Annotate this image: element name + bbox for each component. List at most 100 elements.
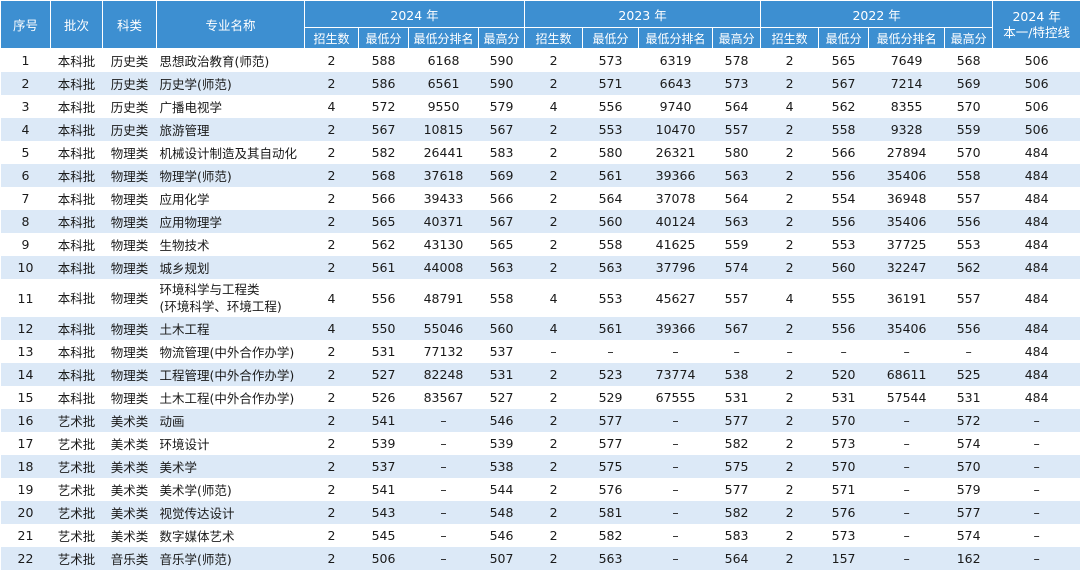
cell-major: 视觉传达设计 xyxy=(156,501,305,524)
cell-y2022-rank: 36191 xyxy=(868,279,945,317)
cell-y2022-min: 570 xyxy=(818,409,869,432)
cell-y2023-min: 575 xyxy=(582,455,639,478)
cell-y2024-max: 558 xyxy=(478,279,525,317)
cell-y2023-min: 523 xyxy=(582,363,639,386)
table-row: 22 艺术批 音乐类 音乐学(师范) 2 506–507 2 563–564 2 157–162– xyxy=(0,547,1080,570)
cell-category: 音乐类 xyxy=(102,547,157,570)
cell-seq: 18 xyxy=(0,455,51,478)
cell-batch: 艺术批 xyxy=(50,409,103,432)
cell-y2022-rank: 8355 xyxy=(868,95,945,118)
cell-y2022-max: 579 xyxy=(944,478,993,501)
table-row: 20 艺术批 美术类 视觉传达设计 2 543–548 2 581–582 2 576–577– xyxy=(0,501,1080,524)
header-control-line-label: 本一/特控线 xyxy=(1003,24,1070,40)
cell-y2022-count: 2 xyxy=(760,48,819,72)
cell-batch: 本科批 xyxy=(50,187,103,210)
cell-y2024-rank: – xyxy=(408,455,479,478)
cell-y2023-count: 2 xyxy=(524,210,583,233)
cell-y2024-count: 2 xyxy=(304,363,359,386)
cell-control-line: 484 xyxy=(992,233,1080,256)
cell-y2024-max: 565 xyxy=(478,233,525,256)
subheader-2024-max: 最高分 xyxy=(477,27,526,49)
cell-y2023-min: 563 xyxy=(582,256,639,279)
cell-y2024-max: 569 xyxy=(478,164,525,187)
cell-y2024-rank: 6168 xyxy=(408,48,479,72)
cell-y2024-min: 541 xyxy=(358,409,409,432)
cell-major: 物流管理(中外合作办学) xyxy=(156,340,305,363)
cell-control-line: – xyxy=(992,455,1080,478)
table-row: 2 本科批 历史类 历史学(师范) 2 586 6561 590 2 571 6643 573 2 567… xyxy=(0,72,1080,95)
cell-y2022-rank: 68611 xyxy=(868,363,945,386)
cell-seq: 2 xyxy=(0,72,51,95)
cell-y2024-min: 568 xyxy=(358,164,409,187)
cell-y2024-min: 550 xyxy=(358,317,409,340)
cell-batch: 艺术批 xyxy=(50,432,103,455)
cell-y2024-rank: 39433 xyxy=(408,187,479,210)
cell-y2024-count: 2 xyxy=(304,501,359,524)
cell-major: 应用化学 xyxy=(156,187,305,210)
cell-seq: 13 xyxy=(0,340,51,363)
table-row: 4 本科批 历史类 旅游管理 2 567 10815 567 2 553 10470 557 2 558 9… xyxy=(0,118,1080,141)
cell-y2023-max: 583 xyxy=(712,524,761,547)
cell-y2022-count: 2 xyxy=(760,233,819,256)
cell-y2023-min: 576 xyxy=(582,478,639,501)
cell-y2022-max: 531 xyxy=(944,386,993,409)
cell-y2022-count: 2 xyxy=(760,72,819,95)
cell-major: 物理学(师范) xyxy=(156,164,305,187)
cell-y2023-count: 2 xyxy=(524,164,583,187)
cell-y2024-max: 579 xyxy=(478,95,525,118)
cell-y2022-min: 556 xyxy=(818,164,869,187)
cell-major-line: 数字媒体艺术 xyxy=(159,529,235,544)
cell-y2023-max: 582 xyxy=(712,501,761,524)
cell-batch: 本科批 xyxy=(50,141,103,164)
cell-y2022-max: 162 xyxy=(944,547,993,570)
cell-y2024-rank: 44008 xyxy=(408,256,479,279)
cell-y2024-count: 4 xyxy=(304,317,359,340)
cell-y2024-min: 526 xyxy=(358,386,409,409)
cell-y2024-min: 582 xyxy=(358,141,409,164)
cell-y2022-rank: – xyxy=(868,547,945,570)
cell-y2024-min: 556 xyxy=(358,279,409,317)
cell-y2023-rank: 37078 xyxy=(638,187,713,210)
subheader-2022-count: 招生数 xyxy=(760,27,820,49)
cell-control-line: 506 xyxy=(992,118,1080,141)
cell-y2024-max: 507 xyxy=(478,547,525,570)
cell-major: 音乐学(师范) xyxy=(156,547,305,570)
cell-y2023-rank: – xyxy=(638,478,713,501)
cell-category: 物理类 xyxy=(102,317,157,340)
cell-y2023-count: 2 xyxy=(524,524,583,547)
table-row: 11 本科批 物理类 环境科学与工程类 (环境科学、环境工程) 4 556 48791 558 4… xyxy=(0,279,1080,317)
cell-y2023-min: 553 xyxy=(582,279,639,317)
cell-seq: 14 xyxy=(0,363,51,386)
cell-seq: 3 xyxy=(0,95,51,118)
cell-control-line: – xyxy=(992,547,1080,570)
cell-y2024-max: 590 xyxy=(478,72,525,95)
cell-control-line: 506 xyxy=(992,95,1080,118)
cell-control-line: – xyxy=(992,501,1080,524)
cell-y2022-rank: 35406 xyxy=(868,164,945,187)
cell-y2024-count: 2 xyxy=(304,187,359,210)
cell-seq: 21 xyxy=(0,524,51,547)
cell-y2022-max: 558 xyxy=(944,164,993,187)
cell-y2023-count: 2 xyxy=(524,233,583,256)
cell-y2023-min: 563 xyxy=(582,547,639,570)
header-year-2022: 2022 年 xyxy=(760,0,994,28)
cell-y2022-count: 2 xyxy=(760,501,819,524)
cell-category: 物理类 xyxy=(102,164,157,187)
cell-y2022-max: 572 xyxy=(944,409,993,432)
cell-y2023-max: 564 xyxy=(712,95,761,118)
cell-y2022-min: 573 xyxy=(818,524,869,547)
cell-y2022-min: 553 xyxy=(818,233,869,256)
cell-batch: 本科批 xyxy=(50,386,103,409)
cell-seq: 10 xyxy=(0,256,51,279)
cell-y2023-count: 2 xyxy=(524,363,583,386)
cell-control-line: – xyxy=(992,524,1080,547)
cell-y2022-rank: 7649 xyxy=(868,48,945,72)
cell-y2023-rank: 10470 xyxy=(638,118,713,141)
cell-y2023-min: 556 xyxy=(582,95,639,118)
cell-y2023-rank: 40124 xyxy=(638,210,713,233)
cell-y2023-rank: – xyxy=(638,340,713,363)
cell-y2023-min: 529 xyxy=(582,386,639,409)
header-seq: 序号 xyxy=(0,0,51,49)
cell-y2023-rank: – xyxy=(638,524,713,547)
cell-batch: 本科批 xyxy=(50,256,103,279)
